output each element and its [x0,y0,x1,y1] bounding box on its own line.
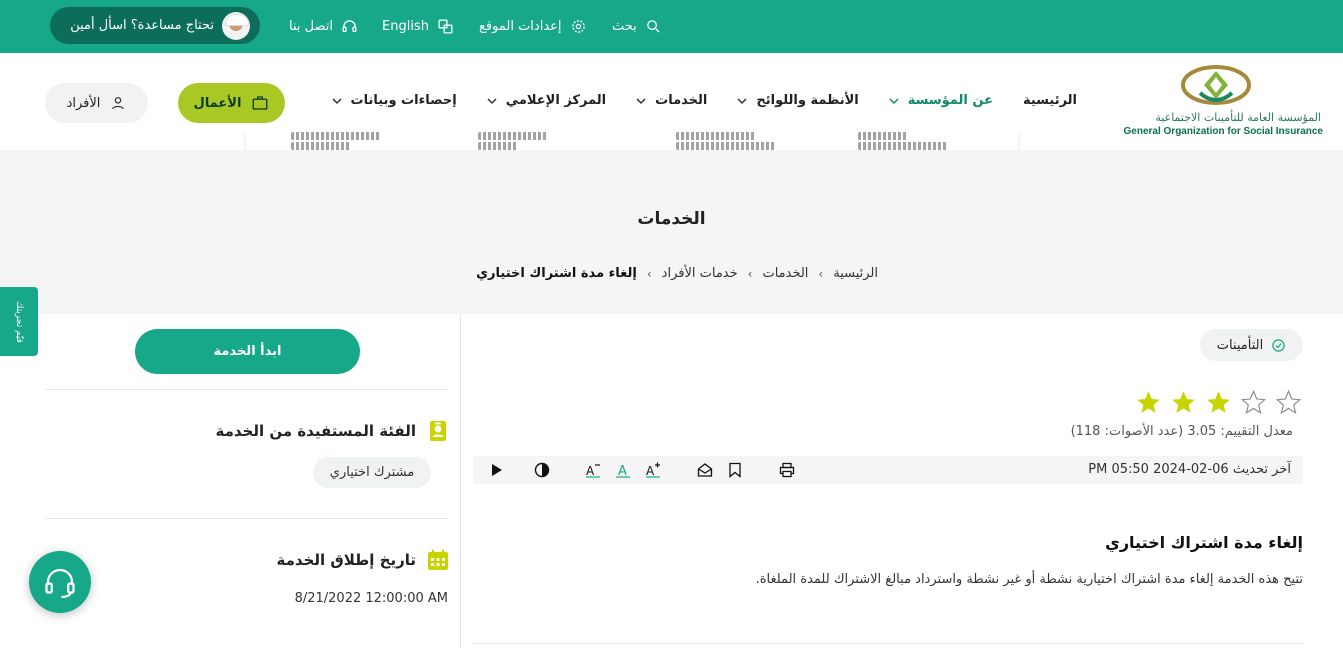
launch-date-heading: تاريخ إطلاق الخدمة [277,548,451,572]
play-icon[interactable] [488,462,504,478]
site-settings-label: إعدادات الموقع [479,18,562,34]
user-badge-icon [430,421,446,441]
chat-support-button[interactable] [29,551,91,613]
increase-font-icon[interactable]: A [645,462,661,478]
headset-icon [342,19,357,32]
category-badge: التأمينات [1200,329,1303,361]
nav-about-label: عن المؤسسة [907,93,993,108]
logo-arabic-name: المؤسسة العامة للتأمينات الاجتماعية [1155,111,1321,124]
main-nav: الرئيسية عن المؤسسة الأنظمة واللوائح الخ… [332,93,1077,108]
svg-text:A: A [618,464,627,478]
translate-icon [438,18,453,34]
business-button[interactable]: الأعمال [178,83,285,123]
chevron-down-icon [332,97,342,104]
chevron-left-icon: ‹ [818,266,824,281]
contact-us-link[interactable]: اتصل بنا [289,16,358,36]
last-updated: آخر تحديث 06-02-2024 05:50 PM [1088,462,1291,477]
nav-statistics[interactable]: إحصاءات وبيانات [332,93,457,108]
service-title: إلغاء مدة اشتراك اختياري [1105,533,1303,552]
individuals-button[interactable]: الأفراد [45,83,148,123]
gosi-logo[interactable]: المؤسسة العامة للتأمينات الاجتماعية Gene… [1118,63,1323,143]
briefcase-icon [253,96,268,110]
individuals-label: الأفراد [66,95,101,111]
top-bar: تحتاج مساعدة؟ اسأل أمين اتصل بنا English… [0,0,1343,53]
svg-text:A: A [586,464,595,478]
nav-statistics-label: إحصاءات وبيانات [350,93,457,108]
breadcrumb: الرئيسية ‹ الخدمات ‹ خدمات الأفراد ‹ إلغ… [476,266,878,281]
search-icon [646,19,660,33]
launch-date: 8/21/2022 12:00:00 AM [294,591,448,606]
breadcrumb-current: إلغاء مدة اشتراك اختياري [476,266,637,281]
sidebar-divider [45,518,448,519]
decrease-font-icon[interactable]: A [585,462,601,478]
gear-icon [571,19,585,33]
star-icon[interactable] [1204,389,1233,416]
beneficiary-title: الفئة المستفيدة من الخدمة [215,422,416,440]
calendar-icon [428,549,448,570]
nav-services-label: الخدمات [655,93,708,108]
rating-summary: معدل التقييم: 3.05 (عدد الأصوات: 118) [1070,424,1293,439]
nav-home[interactable]: الرئيسية [1023,93,1077,108]
bookmark-icon[interactable] [727,462,743,478]
star-outline-icon[interactable] [1239,389,1268,416]
rating-stars[interactable] [1134,389,1303,416]
contrast-icon[interactable] [534,462,550,478]
chevron-down-icon [889,97,899,104]
ask-ameen-button[interactable]: تحتاج مساعدة؟ اسأل أمين [50,7,260,44]
star-icon[interactable] [1169,389,1198,416]
chevron-down-icon [487,97,497,104]
star-icon[interactable] [1134,389,1163,416]
beneficiary-heading: الفئة المستفيدة من الخدمة [215,419,450,443]
language-switch[interactable]: English [382,16,454,36]
breadcrumb-home[interactable]: الرئيسية [833,266,878,281]
nav-media-center[interactable]: المركز الإعلامي [487,93,606,108]
check-circle-icon [1272,338,1285,352]
accessibility-toolbar: A A A آخر تحديث 06-02-2024 05:50 PM [473,456,1303,484]
section-divider [473,643,1303,644]
rate-experience-tab[interactable]: قيّم تجربتك [0,287,38,356]
page-title: الخدمات [637,209,706,229]
search-label: بحث [612,18,637,34]
breadcrumb-services[interactable]: الخدمات [762,266,808,281]
nav-regulations[interactable]: الأنظمة واللوائح [737,93,859,108]
ask-ameen-label: تحتاج مساعدة؟ اسأل أمين [70,18,214,33]
star-outline-icon[interactable] [1274,389,1303,416]
email-share-icon[interactable] [697,462,713,478]
nav-about[interactable]: عن المؤسسة [889,93,993,108]
business-label: الأعمال [193,95,242,111]
user-icon [112,97,125,110]
sidebar-divider [45,389,448,390]
chevron-down-icon [737,97,747,104]
site-settings-link[interactable]: إعدادات الموقع [479,16,587,36]
beneficiary-tag: مشترك اختياري [313,457,431,488]
breadcrumb-individual-services[interactable]: خدمات الأفراد [662,266,738,281]
nav-media-label: المركز الإعلامي [505,93,607,108]
chevron-left-icon: ‹ [747,266,753,281]
search-link[interactable]: بحث [612,16,662,36]
nav-home-label: الرئيسية [1022,93,1077,108]
reset-font-icon[interactable]: A [615,462,631,478]
nav-services[interactable]: الخدمات [636,93,707,108]
launch-title: تاريخ إطلاق الخدمة [276,551,417,569]
print-icon[interactable] [779,462,795,478]
ameen-avatar [222,11,250,40]
headset-icon [45,568,75,599]
chevron-down-icon [636,97,646,104]
nav-regulations-label: الأنظمة واللوائح [756,93,859,108]
svg-text:A: A [646,464,655,478]
gosi-emblem-icon [1181,65,1251,105]
page-hero: الخدمات الرئيسية ‹ الخدمات ‹ خدمات الأفر… [0,150,1343,314]
category-label: التأمينات [1216,337,1264,353]
service-description: تتيح هذه الخدمة إلغاء مدة اشتراك اختياري… [755,572,1303,587]
start-service-button[interactable]: ابدأ الخدمة [135,329,360,374]
column-divider [460,314,461,648]
language-label: English [382,18,429,34]
contact-us-label: اتصل بنا [289,18,333,34]
chevron-left-icon: ‹ [646,266,652,281]
logo-english-name: General Organization for Social Insuranc… [1123,126,1324,137]
